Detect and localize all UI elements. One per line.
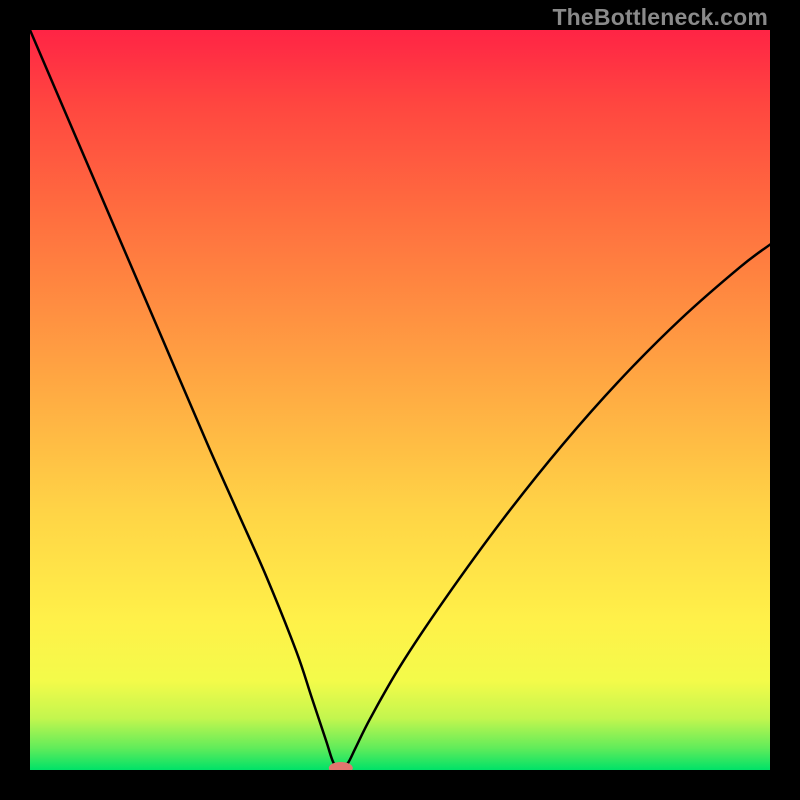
plot-area <box>30 30 770 770</box>
bottleneck-chart <box>30 30 770 770</box>
gradient-background <box>30 30 770 770</box>
watermark-text: TheBottleneck.com <box>552 4 768 31</box>
chart-frame: TheBottleneck.com <box>0 0 800 800</box>
